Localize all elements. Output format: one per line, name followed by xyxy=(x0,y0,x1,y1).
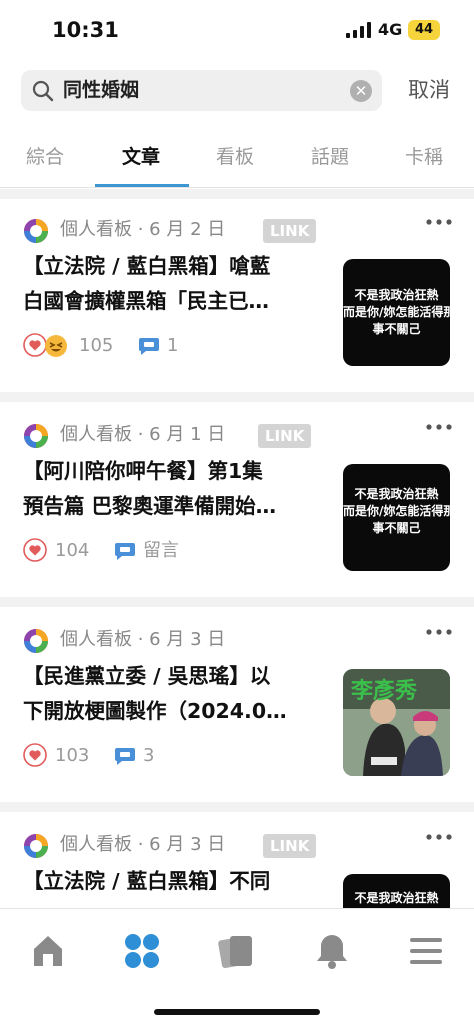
like-count: 103 xyxy=(55,745,90,766)
post-meta: 個人看板 · 6 月 2 日 xyxy=(60,219,226,240)
comment-count: 1 xyxy=(167,335,179,356)
home-icon[interactable] xyxy=(28,931,68,971)
divider xyxy=(0,597,474,607)
comment-icon xyxy=(115,543,135,560)
rainbow-board-icon xyxy=(24,629,48,653)
menu-icon[interactable] xyxy=(406,931,446,971)
post-thumbnail[interactable]: 不是我政治狂熱 而是你/妳怎能活得那麼 事不關己 xyxy=(343,464,450,571)
tab-topics[interactable]: 話題 xyxy=(311,142,349,169)
signal-icon xyxy=(346,22,371,38)
cancel-button[interactable]: 取消 xyxy=(408,75,450,105)
post-stats: 104 留言 xyxy=(23,538,323,564)
post-title[interactable]: 【民進黨立委 / 吳思瑤】以 下開放梗圖製作（2024.0… xyxy=(23,659,323,729)
divider xyxy=(0,189,474,199)
post-stats: 105 1 xyxy=(23,333,323,359)
tab-cards[interactable]: 卡稱 xyxy=(405,142,443,169)
search-icon xyxy=(32,80,54,102)
post-meta: 個人看板 · 6 月 3 日 xyxy=(60,629,226,650)
post-meta: 個人看板 · 6 月 3 日 xyxy=(60,834,226,855)
clear-icon[interactable]: ✕ xyxy=(350,80,372,102)
link-badge: LINK xyxy=(258,424,312,448)
divider xyxy=(0,392,474,402)
rainbow-board-icon xyxy=(24,424,48,448)
post-meta: 個人看板 · 6 月 1 日 xyxy=(60,424,226,445)
tab-all[interactable]: 綜合 xyxy=(26,142,64,169)
post-item[interactable]: 個人看板 · 6 月 2 日 LINK 【立法院 / 藍白黑箱】嗆藍 白國會擴權… xyxy=(0,209,474,405)
post-title[interactable]: 【立法院 / 藍白黑箱】嗆藍 白國會擴權黑箱「民主已… xyxy=(23,249,323,319)
search-box[interactable]: 同性婚姻 ✕ xyxy=(21,70,382,111)
rainbow-board-icon xyxy=(24,834,48,858)
post-thumbnail[interactable]: 不是我政治狂熱 xyxy=(343,874,450,908)
grid-icon[interactable] xyxy=(122,931,162,971)
cards-icon[interactable] xyxy=(216,931,256,971)
link-badge: LINK xyxy=(263,219,317,243)
heart-icon xyxy=(23,538,47,562)
post-item[interactable]: 個人看板 · 6 月 1 日 LINK 【阿川陪你呷午餐】第1集 預告篇 巴黎奧… xyxy=(0,414,474,610)
bell-icon[interactable] xyxy=(312,931,352,971)
comment-icon xyxy=(115,748,135,765)
comment-count: 3 xyxy=(143,745,155,766)
post-title[interactable]: 【阿川陪你呷午餐】第1集 預告篇 巴黎奧運準備開始… xyxy=(23,454,323,524)
link-badge: LINK xyxy=(263,834,317,858)
haha-icon xyxy=(45,335,67,357)
bottom-nav xyxy=(0,908,474,1026)
post-stats: 103 3 xyxy=(23,743,323,769)
like-count: 104 xyxy=(55,540,90,561)
active-tab-indicator xyxy=(95,184,189,187)
like-count: 105 xyxy=(79,335,114,356)
more-options-icon[interactable] xyxy=(425,420,453,434)
search-input[interactable]: 同性婚姻 xyxy=(63,77,139,103)
more-options-icon[interactable] xyxy=(425,625,453,639)
rainbow-board-icon xyxy=(24,219,48,243)
post-item[interactable]: 個人看板 · 6 月 3 日 LINK 【立法院 / 藍白黑箱】不同 不是我政治… xyxy=(0,824,474,908)
post-title[interactable]: 【立法院 / 藍白黑箱】不同 xyxy=(23,864,323,899)
post-item[interactable]: 個人看板 · 6 月 3 日 【民進黨立委 / 吳思瑤】以 下開放梗圖製作（20… xyxy=(0,619,474,815)
tab-boards[interactable]: 看板 xyxy=(216,142,254,169)
network-label: 4G xyxy=(378,20,403,39)
battery-icon: 44 xyxy=(408,20,440,40)
more-options-icon[interactable] xyxy=(425,215,453,229)
home-indicator xyxy=(154,1009,320,1015)
tab-bar: 綜合 文章 看板 話題 卡稱 xyxy=(0,138,474,188)
thumbnail-caption: 李彥秀 xyxy=(351,679,418,704)
status-bar: 10:31 4G 44 xyxy=(0,0,474,62)
tab-articles[interactable]: 文章 xyxy=(122,142,160,169)
post-thumbnail-photo[interactable]: 李彥秀 xyxy=(343,669,450,776)
more-options-icon[interactable] xyxy=(425,830,453,844)
post-thumbnail[interactable]: 不是我政治狂熱 而是你/妳怎能活得那麼 事不關己 xyxy=(343,259,450,366)
comment-icon xyxy=(139,338,159,355)
heart-icon xyxy=(23,743,47,767)
status-time: 10:31 xyxy=(52,18,119,42)
comment-count: 留言 xyxy=(143,540,179,561)
divider xyxy=(0,802,474,812)
